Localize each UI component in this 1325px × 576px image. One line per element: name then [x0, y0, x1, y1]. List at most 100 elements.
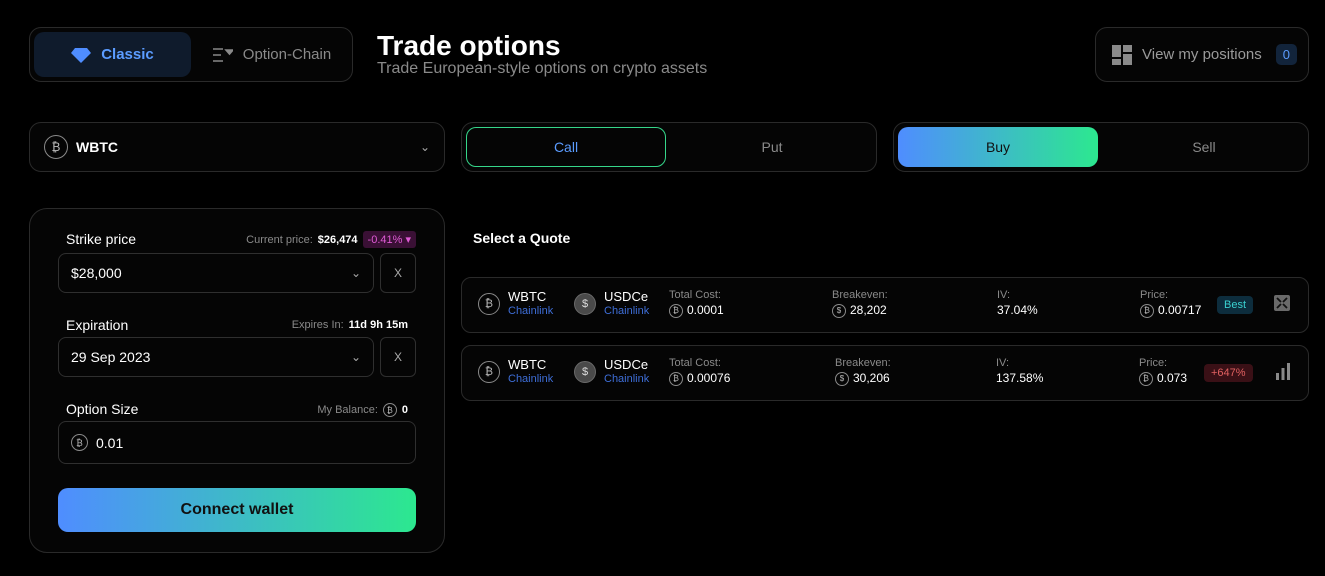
quote-token: $ USDCe Chainlink [574, 290, 649, 318]
strike-price-select[interactable]: $28,000 ⌄ [58, 253, 374, 293]
option-form: Strike price Current price: $26,474 -0.4… [29, 208, 445, 553]
expand-icon[interactable] [1273, 294, 1291, 317]
bitcoin-icon: ₿ [669, 303, 683, 318]
call-button[interactable]: Call [466, 127, 666, 167]
breakeven: Breakeven: $28,202 [832, 288, 888, 318]
bitcoin-icon: ₿ [44, 135, 68, 159]
caret-down-icon: ▾ [405, 234, 411, 246]
base-token: ₿ WBTC Chainlink [478, 358, 553, 386]
balance-label: My Balance: [317, 404, 378, 416]
strike-price-label: Strike price [66, 231, 137, 247]
total-cost-label: Total Cost: [669, 357, 721, 369]
price-value: 0.00717 [1158, 303, 1202, 317]
clear-strike-button[interactable]: X [380, 253, 416, 293]
iv: IV: 137.58% [996, 356, 1043, 386]
quote-oracle: Chainlink [604, 373, 650, 385]
select-quote-heading: Select a Quote [473, 230, 571, 246]
premium-badge: +647% [1204, 364, 1253, 382]
breakeven: Breakeven: $30,206 [835, 356, 891, 386]
quote-oracle: Chainlink [604, 305, 650, 317]
sell-button[interactable]: Sell [1104, 127, 1304, 167]
asset-selector[interactable]: ₿ WBTC ⌄ [29, 122, 445, 172]
quote-token-name: USDCe [604, 289, 649, 304]
base-oracle: Chainlink [508, 305, 554, 317]
quote-token-name: USDCe [604, 357, 649, 372]
buy-button[interactable]: Buy [898, 127, 1098, 167]
price-label: Price: [1139, 357, 1168, 369]
base-token-name: WBTC [508, 289, 547, 304]
base-token: ₿ WBTC Chainlink [478, 290, 553, 318]
expires-in-info: Expires In: 11d 9h 15m [292, 319, 408, 331]
base-oracle: Chainlink [508, 373, 554, 385]
chevron-down-icon: ⌄ [419, 140, 430, 154]
page-subtitle: Trade European-style options on crypto a… [377, 60, 708, 77]
iv: IV: 37.04% [997, 288, 1038, 318]
view-positions-label: View my positions [1142, 46, 1262, 63]
balance-value: 0 [401, 404, 408, 416]
positions-count-badge: 0 [1275, 44, 1298, 65]
bar-chart-icon[interactable] [1275, 362, 1291, 385]
iv-value: 137.58% [996, 371, 1044, 385]
best-badge: Best [1217, 296, 1254, 314]
price: Price: ₿ 0.073 [1139, 356, 1187, 386]
put-button[interactable]: Put [672, 127, 872, 167]
diamond-icon [71, 47, 92, 63]
total-cost-value: 0.0001 [687, 303, 724, 317]
bitcoin-icon: ₿ [1139, 371, 1153, 386]
expiration-label: Expiration [66, 317, 129, 333]
total-cost-label: Total Cost: [669, 289, 721, 301]
classic-mode-button[interactable]: Classic [34, 32, 191, 77]
expiration-value: 29 Sep 2023 [71, 349, 151, 365]
view-positions-button[interactable]: View my positions 0 [1095, 27, 1309, 82]
quote-token: $ USDCe Chainlink [574, 358, 649, 386]
total-cost: Total Cost: ₿ 0.00076 [669, 356, 730, 386]
side-toggle: Buy Sell [893, 122, 1309, 172]
strike-price-value: $28,000 [71, 265, 122, 281]
base-token-name: WBTC [508, 357, 547, 372]
dollar-icon: $ [832, 303, 846, 318]
connect-wallet-button[interactable]: Connect wallet [58, 488, 416, 532]
breakeven-value: 30,206 [853, 371, 890, 385]
price: Price: ₿ 0.00717 [1140, 288, 1201, 318]
iv-label: IV: [997, 289, 1011, 301]
bitcoin-icon: ₿ [478, 293, 500, 315]
chevron-down-icon: ⌄ [350, 350, 361, 364]
price-label: Price: [1140, 289, 1169, 301]
grid-icon [1112, 44, 1132, 65]
dollar-icon: $ [835, 371, 849, 386]
balance-info: My Balance: ₿ 0 [317, 403, 408, 417]
chevron-down-icon: ⌄ [350, 266, 361, 280]
option-chain-mode-button[interactable]: Option-Chain [197, 32, 347, 77]
breakeven-label: Breakeven: [832, 289, 888, 301]
quote-row[interactable]: ₿ WBTC Chainlink $ USDCe Chainlink Total… [461, 345, 1309, 401]
breakeven-label: Breakeven: [835, 357, 891, 369]
bitcoin-icon: ₿ [669, 371, 683, 386]
option-type-toggle: Call Put [461, 122, 877, 172]
expiration-select[interactable]: 29 Sep 2023 ⌄ [58, 337, 374, 377]
iv-value: 37.04% [997, 303, 1038, 317]
bitcoin-icon: ₿ [478, 361, 500, 383]
bitcoin-icon: ₿ [382, 403, 397, 417]
breakeven-value: 28,202 [850, 303, 887, 317]
expires-in-label: Expires In: [291, 319, 344, 331]
current-price-label: Current price: [246, 233, 313, 246]
quote-row[interactable]: ₿ WBTC Chainlink $ USDCe Chainlink Total… [461, 277, 1309, 333]
asset-name: WBTC [76, 139, 118, 155]
price-change-value: -0.41% [367, 234, 403, 246]
current-price-info: Current price: $26,474 -0.41% ▾ [246, 231, 416, 248]
current-price-value: $26,474 [317, 233, 358, 246]
option-size-value: 0.01 [96, 434, 124, 451]
bitcoin-icon: ₿ [71, 434, 88, 451]
list-filter-icon [212, 47, 233, 62]
clear-expiration-button[interactable]: X [380, 337, 416, 377]
page-title: Trade options [377, 30, 561, 61]
price-value: 0.073 [1157, 371, 1188, 385]
mode-toggle: Classic Option-Chain [29, 27, 353, 82]
iv-label: IV: [996, 357, 1010, 369]
option-size-input[interactable]: ₿ 0.01 [58, 421, 416, 464]
price-change-badge: -0.41% ▾ [362, 231, 416, 248]
option-size-label: Option Size [66, 401, 139, 417]
expires-in-value: 11d 9h 15m [348, 319, 408, 331]
usdc-icon: $ [574, 361, 596, 383]
total-cost: Total Cost: ₿ 0.0001 [669, 288, 724, 318]
